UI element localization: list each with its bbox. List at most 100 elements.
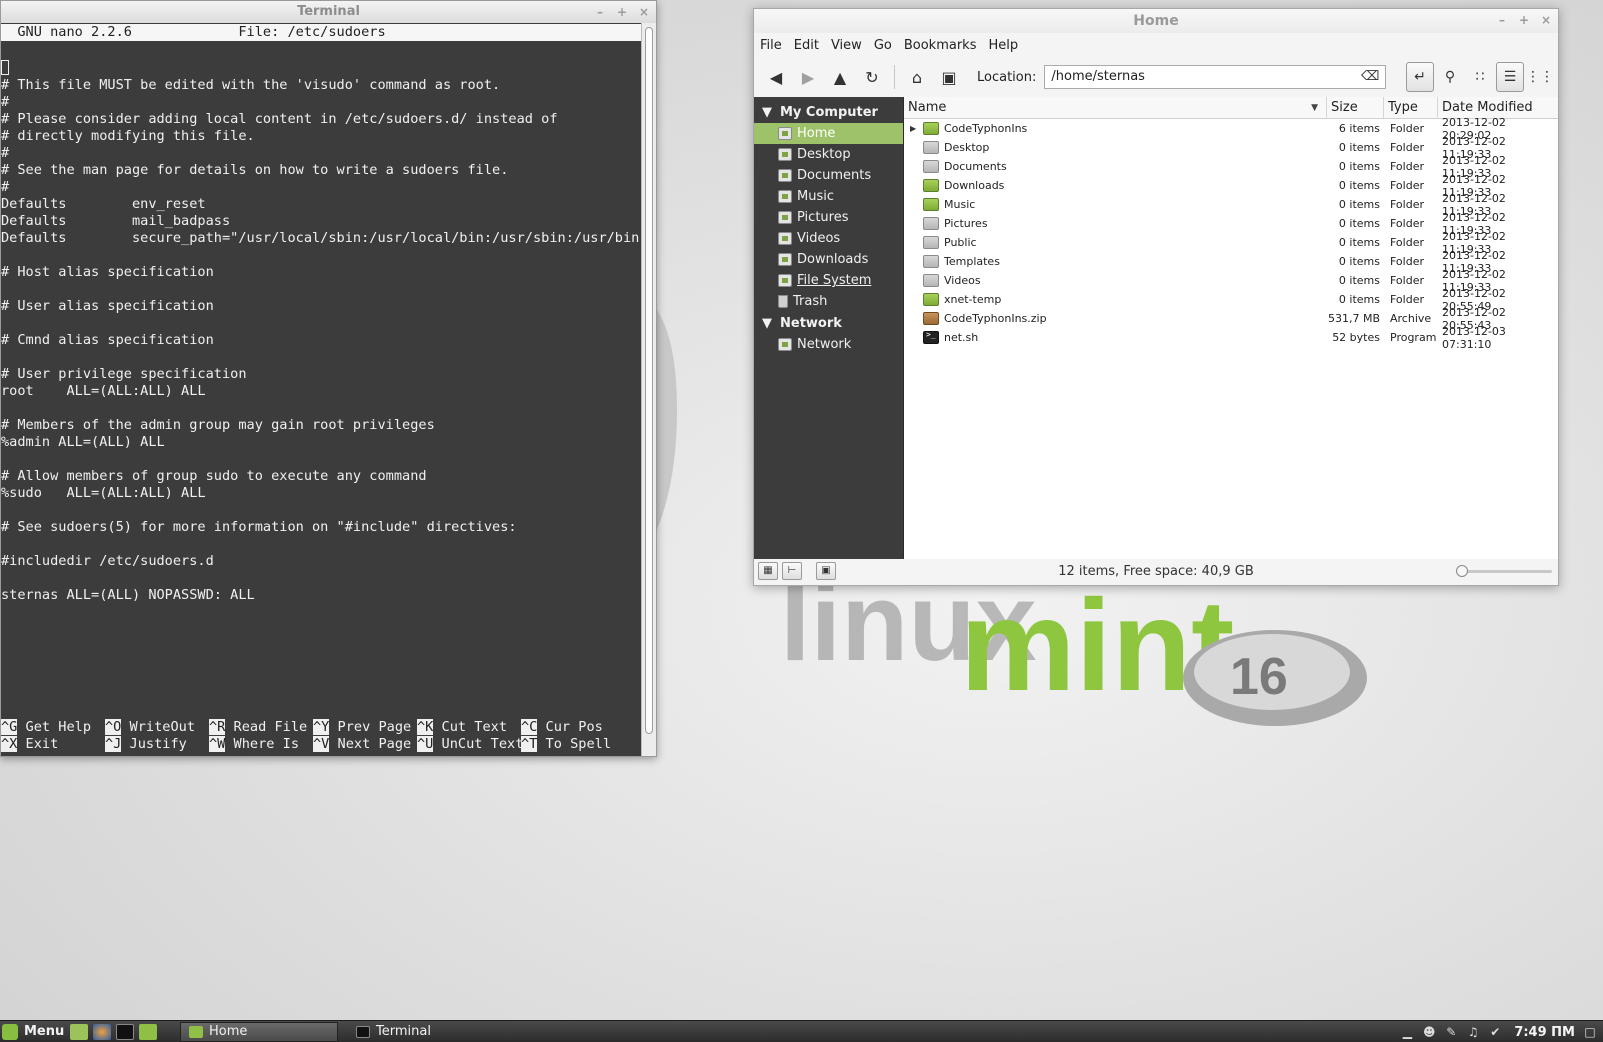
- sidebar-item-desktop[interactable]: Desktop: [754, 144, 903, 165]
- nano-text-line[interactable]: Defaults mail_badpass: [1, 213, 642, 230]
- zoom-slider[interactable]: [1456, 565, 1552, 577]
- column-header-type[interactable]: Type: [1384, 97, 1438, 119]
- sidebar-item-videos[interactable]: Videos: [754, 228, 903, 249]
- files-launcher-icon[interactable]: [139, 1023, 157, 1040]
- sidebar-item-home[interactable]: Home: [754, 123, 903, 144]
- terminal-titlebar[interactable]: Terminal – + ×: [1, 1, 656, 23]
- toggle-location-entry-icon[interactable]: ↵: [1406, 62, 1434, 92]
- location-input[interactable]: /home/sternas ⌫: [1044, 65, 1387, 89]
- firefox-icon[interactable]: [93, 1023, 111, 1040]
- window-list-icon[interactable]: ▁: [1400, 1025, 1414, 1039]
- nano-text-line[interactable]: [1, 502, 642, 519]
- sidebar-section-my-computer[interactable]: ▼ My Computer: [754, 101, 903, 123]
- nano-text-line[interactable]: [1, 451, 642, 468]
- menu-edit[interactable]: Edit: [794, 38, 819, 53]
- nano-text-line[interactable]: [1, 247, 642, 264]
- sidebar-item-documents[interactable]: Documents: [754, 165, 903, 186]
- sidebar-item-trash[interactable]: Trash: [754, 291, 903, 312]
- menu-go[interactable]: Go: [874, 38, 892, 53]
- update-shield-icon[interactable]: ✔: [1488, 1025, 1502, 1039]
- close-button[interactable]: ×: [638, 6, 650, 18]
- column-header-size[interactable]: Size: [1327, 97, 1384, 119]
- forward-arrow-icon[interactable]: ▶: [792, 62, 824, 92]
- menu-view[interactable]: View: [831, 38, 862, 53]
- home-icon[interactable]: ⌂: [901, 62, 933, 92]
- nano-text-line[interactable]: #: [1, 94, 642, 111]
- taskbar-task-terminal[interactable]: Terminal: [348, 1022, 498, 1042]
- clear-location-icon[interactable]: ⌫: [1361, 66, 1379, 88]
- menu-help[interactable]: Help: [988, 38, 1018, 53]
- nano-text-line[interactable]: # This file MUST be edited with the 'vis…: [1, 77, 642, 94]
- icon-view-icon[interactable]: ∷: [1466, 62, 1494, 92]
- nano-text-line[interactable]: [1, 400, 642, 417]
- nano-editor[interactable]: GNU nano 2.2.6 File: /etc/sudoers # This…: [1, 23, 642, 756]
- nano-text-line[interactable]: # Members of the admin group may gain ro…: [1, 417, 642, 434]
- sidebar-item-music[interactable]: Music: [754, 186, 903, 207]
- zoom-slider-knob[interactable]: [1456, 565, 1468, 577]
- nano-text-area[interactable]: # This file MUST be edited with the 'vis…: [1, 41, 642, 604]
- nano-text-line[interactable]: [1, 281, 642, 298]
- back-arrow-icon[interactable]: ◀: [760, 62, 792, 92]
- reload-icon[interactable]: ↻: [856, 62, 888, 92]
- file-manager-window[interactable]: Home – + × File Edit View Go Bookmarks Help ◀…: [753, 8, 1559, 586]
- up-arrow-icon[interactable]: ▲: [824, 62, 856, 92]
- nano-text-line[interactable]: # See sudoers(5) for more information on…: [1, 519, 642, 536]
- close-button[interactable]: ×: [1540, 14, 1552, 26]
- menu-bookmarks[interactable]: Bookmarks: [904, 38, 977, 53]
- network-icon[interactable]: ✎: [1444, 1025, 1458, 1039]
- maximize-button[interactable]: +: [1518, 14, 1530, 26]
- nano-text-line[interactable]: %sudo ALL=(ALL:ALL) ALL: [1, 485, 642, 502]
- expand-arrow-icon[interactable]: ▶: [910, 124, 918, 133]
- show-desktop-icon[interactable]: [70, 1023, 88, 1040]
- search-icon[interactable]: ⚲: [1436, 62, 1464, 92]
- sidebar-item-downloads[interactable]: Downloads: [754, 249, 903, 270]
- column-header-name[interactable]: Name ▼: [904, 97, 1327, 119]
- list-view-icon[interactable]: ☰: [1496, 62, 1524, 92]
- computer-icon[interactable]: ▣: [933, 62, 965, 92]
- terminal-window[interactable]: Terminal – + × GNU nano 2.2.6 File: /etc…: [0, 0, 657, 757]
- nano-text-line[interactable]: #: [1, 179, 642, 196]
- nano-text-line[interactable]: [1, 60, 642, 77]
- maximize-button[interactable]: +: [616, 6, 628, 18]
- nano-text-line[interactable]: #: [1, 145, 642, 162]
- nano-text-line[interactable]: # Please consider adding local content i…: [1, 111, 642, 128]
- taskbar-task-home[interactable]: Home: [180, 1021, 338, 1042]
- nano-text-line[interactable]: [1, 536, 642, 553]
- nano-text-line[interactable]: [1, 570, 642, 587]
- file-list[interactable]: Name ▼ Size Type Date Modified ▶ CodeTyph…: [904, 97, 1558, 559]
- user-icon[interactable]: ☻: [1422, 1025, 1436, 1039]
- minimize-button[interactable]: –: [1496, 14, 1508, 26]
- sidebar-item-pictures[interactable]: Pictures: [754, 207, 903, 228]
- nano-text-line[interactable]: #includedir /etc/sudoers.d: [1, 553, 642, 570]
- nano-text-line[interactable]: Defaults env_reset: [1, 196, 642, 213]
- nano-text-line[interactable]: [1, 349, 642, 366]
- scrollbar-thumb[interactable]: [645, 27, 653, 734]
- sidebar-section-network[interactable]: ▼ Network: [754, 312, 903, 334]
- nano-text-line[interactable]: # Allow members of group sudo to execute…: [1, 468, 642, 485]
- nano-text-line[interactable]: # Host alias specification: [1, 264, 642, 281]
- nano-text-line[interactable]: [1, 315, 642, 332]
- nano-text-line[interactable]: [1, 43, 642, 60]
- clock[interactable]: 7:49 ПМ: [1514, 1025, 1575, 1040]
- nano-text-line[interactable]: # User privilege specification: [1, 366, 642, 383]
- sidebar-item-file-system[interactable]: File System: [754, 270, 903, 291]
- file-manager-titlebar[interactable]: Home – + ×: [754, 9, 1558, 33]
- compact-view-icon[interactable]: ⋮⋮: [1526, 62, 1554, 92]
- volume-icon[interactable]: ♫: [1466, 1025, 1480, 1039]
- show-desktop-tray-icon[interactable]: □: [1583, 1025, 1597, 1039]
- nano-text-line[interactable]: # See the man page for details on how to…: [1, 162, 642, 179]
- start-menu-button[interactable]: Menu: [0, 1023, 70, 1040]
- sidebar-item-network[interactable]: Network: [754, 334, 903, 355]
- nano-text-line[interactable]: Defaults secure_path="/usr/local/sbin:/u…: [1, 230, 642, 247]
- nano-text-line[interactable]: # directly modifying this file.: [1, 128, 642, 145]
- menu-file[interactable]: File: [760, 38, 782, 53]
- nano-text-line[interactable]: # Cmnd alias specification: [1, 332, 642, 349]
- column-header-date-modified[interactable]: Date Modified: [1438, 97, 1548, 119]
- minimize-button[interactable]: –: [594, 6, 606, 18]
- terminal-launcher-icon[interactable]: [116, 1023, 134, 1040]
- terminal-scrollbar[interactable]: [641, 23, 656, 756]
- table-row[interactable]: net.sh 52 bytes Program 2013-12-03 07:31:10: [904, 325, 1558, 351]
- nano-text-line[interactable]: # User alias specification: [1, 298, 642, 315]
- nano-text-line[interactable]: %admin ALL=(ALL) ALL: [1, 434, 642, 451]
- nano-text-line[interactable]: sternas ALL=(ALL) NOPASSWD: ALL: [1, 587, 642, 604]
